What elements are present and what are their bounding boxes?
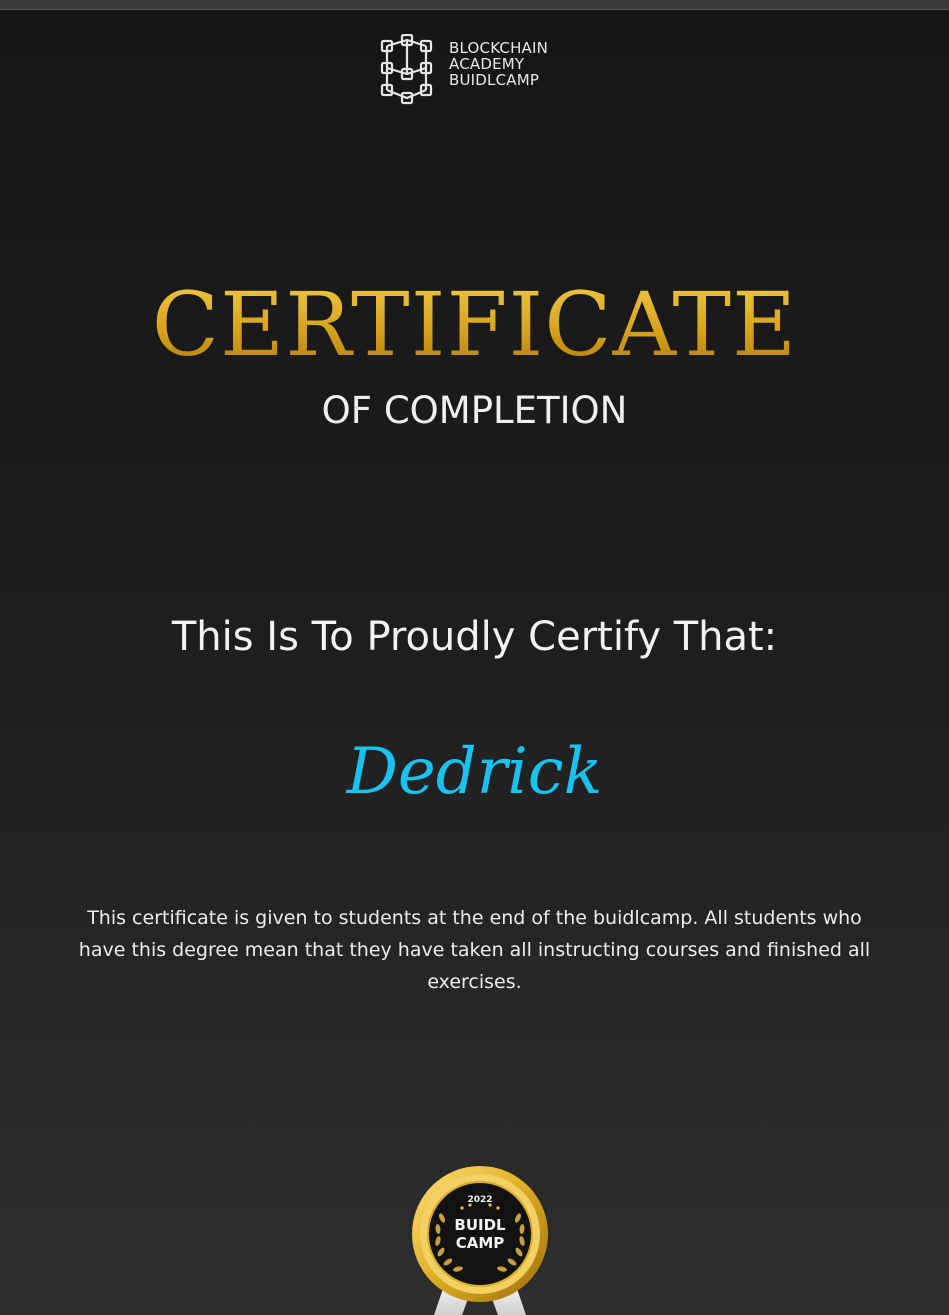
logo-line-3: BUIDLCAMP (449, 71, 540, 89)
award-seal-icon: 2022 BUIDL CAMP (412, 1166, 548, 1315)
certificate-description: This certificate is given to students at… (78, 907, 871, 993)
certificate-title: CERTIFICATE (0, 270, 949, 380)
blockchain-network-icon (380, 34, 433, 105)
badge-line-2: CAMP (456, 1234, 505, 1252)
academy-logo: BLOCKCHAIN ACADEMY BUIDLCAMP (374, 34, 594, 106)
top-border (0, 0, 949, 10)
logo-text: BLOCKCHAIN ACADEMY BUIDLCAMP (449, 40, 589, 88)
logo-line-1: BLOCKCHAIN (449, 39, 549, 57)
badge-line-1: BUIDL (454, 1216, 506, 1234)
logo-line-2: ACADEMY (449, 55, 525, 73)
certify-statement: This Is To Proudly Certify That: (171, 614, 778, 660)
badge-year: 2022 (467, 1195, 492, 1205)
certificate-subtitle: OF COMPLETION (321, 389, 628, 432)
recipient-name: Dedrick (346, 735, 603, 809)
certificate: BLOCKCHAIN ACADEMY BUIDLCAMP CERTIFICATE… (0, 0, 949, 1315)
